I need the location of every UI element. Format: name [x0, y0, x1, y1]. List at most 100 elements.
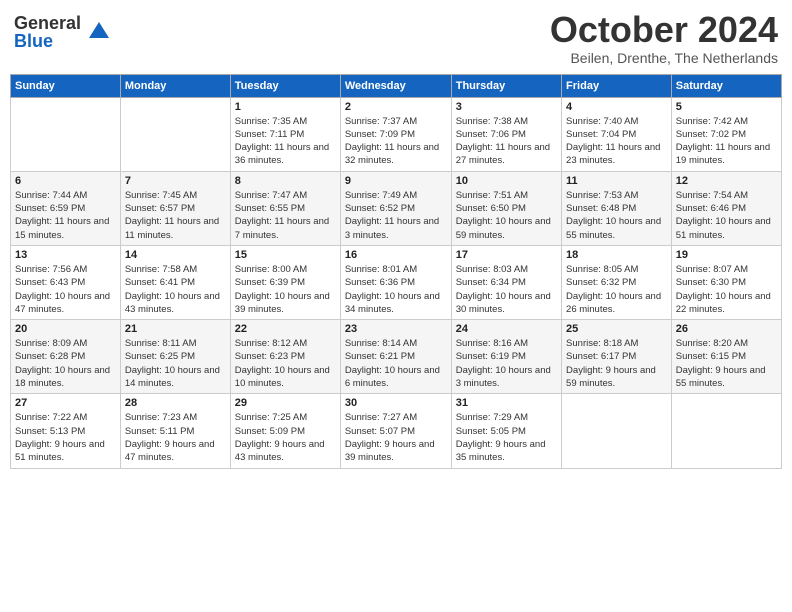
weekday-row: SundayMondayTuesdayWednesdayThursdayFrid…	[11, 74, 782, 97]
day-number: 3	[456, 101, 557, 113]
calendar-week-3: 13Sunrise: 7:56 AMSunset: 6:43 PMDayligh…	[11, 245, 782, 319]
weekday-header-friday: Friday	[562, 74, 672, 97]
calendar-cell: 23 Sunrise: 8:14 AMSunset: 6:21 PMDayligh…	[340, 320, 451, 394]
calendar-cell: 22Sunrise: 8:12 AMSunset: 6:23 PMDayligh…	[230, 320, 340, 394]
calendar-cell: 5 Sunrise: 7:42 AMSunset: 7:02 PMDaylight…	[671, 97, 781, 171]
calendar-cell: 24 Sunrise: 8:16 AMSunset: 6:19 PMDayligh…	[451, 320, 561, 394]
day-number: 29	[235, 397, 336, 409]
day-info: Sunrise: 7:35 AMSunset: 7:11 PMDaylight:…	[235, 115, 336, 168]
calendar-cell: 28 Sunrise: 7:23 AMSunset: 5:11 PMDayligh…	[120, 394, 230, 468]
title-block: October 2024 Beilen, Drenthe, The Nether…	[550, 10, 778, 66]
calendar-cell: 8 Sunrise: 7:47 AMSunset: 6:55 PMDaylight…	[230, 171, 340, 245]
day-number: 11	[566, 175, 667, 187]
logo-general: General	[14, 14, 81, 32]
calendar-week-5: 27Sunrise: 7:22 AMSunset: 5:13 PMDayligh…	[11, 394, 782, 468]
calendar-cell: 11 Sunrise: 7:53 AMSunset: 6:48 PMDayligh…	[562, 171, 672, 245]
day-info: Sunrise: 8:00 AMSunset: 6:39 PMDaylight:…	[235, 263, 336, 316]
day-number: 24	[456, 323, 557, 335]
day-info: Sunrise: 7:29 AMSunset: 5:05 PMDaylight:…	[456, 411, 557, 464]
day-info: Sunrise: 7:56 AMSunset: 6:43 PMDaylight:…	[15, 263, 116, 316]
day-number: 26	[676, 323, 777, 335]
calendar-cell: 25Sunrise: 8:18 AMSunset: 6:17 PMDayligh…	[562, 320, 672, 394]
calendar-cell: 21 Sunrise: 8:11 AMSunset: 6:25 PMDayligh…	[120, 320, 230, 394]
day-number: 16	[345, 249, 447, 261]
day-number: 17	[456, 249, 557, 261]
day-info: Sunrise: 7:27 AMSunset: 5:07 PMDaylight:…	[345, 411, 447, 464]
calendar-cell: 10 Sunrise: 7:51 AMSunset: 6:50 PMDayligh…	[451, 171, 561, 245]
weekday-header-monday: Monday	[120, 74, 230, 97]
calendar-cell	[671, 394, 781, 468]
calendar-cell: 27Sunrise: 7:22 AMSunset: 5:13 PMDayligh…	[11, 394, 121, 468]
weekday-header-thursday: Thursday	[451, 74, 561, 97]
day-info: Sunrise: 7:53 AMSunset: 6:48 PMDaylight:…	[566, 189, 667, 242]
day-number: 21	[125, 323, 226, 335]
day-info: Sunrise: 7:45 AMSunset: 6:57 PMDaylight:…	[125, 189, 226, 242]
calendar-cell: 7 Sunrise: 7:45 AMSunset: 6:57 PMDaylight…	[120, 171, 230, 245]
day-number: 2	[345, 101, 447, 113]
day-info: Sunrise: 8:16 AMSunset: 6:19 PMDaylight:…	[456, 337, 557, 390]
day-info: Sunrise: 7:42 AMSunset: 7:02 PMDaylight:…	[676, 115, 777, 168]
day-number: 14	[125, 249, 226, 261]
day-info: Sunrise: 8:03 AMSunset: 6:34 PMDaylight:…	[456, 263, 557, 316]
weekday-header-saturday: Saturday	[671, 74, 781, 97]
day-number: 23	[345, 323, 447, 335]
logo: General Blue	[14, 14, 113, 50]
calendar-cell: 31 Sunrise: 7:29 AMSunset: 5:05 PMDayligh…	[451, 394, 561, 468]
calendar-cell	[562, 394, 672, 468]
day-info: Sunrise: 8:07 AMSunset: 6:30 PMDaylight:…	[676, 263, 777, 316]
day-info: Sunrise: 7:23 AMSunset: 5:11 PMDaylight:…	[125, 411, 226, 464]
calendar-body: 1 Sunrise: 7:35 AMSunset: 7:11 PMDaylight…	[11, 97, 782, 468]
day-number: 10	[456, 175, 557, 187]
calendar-cell	[120, 97, 230, 171]
calendar-cell: 3 Sunrise: 7:38 AMSunset: 7:06 PMDaylight…	[451, 97, 561, 171]
day-info: Sunrise: 7:51 AMSunset: 6:50 PMDaylight:…	[456, 189, 557, 242]
calendar-cell: 30 Sunrise: 7:27 AMSunset: 5:07 PMDayligh…	[340, 394, 451, 468]
calendar-cell: 9Sunrise: 7:49 AMSunset: 6:52 PMDaylight…	[340, 171, 451, 245]
calendar-week-2: 6Sunrise: 7:44 AMSunset: 6:59 PMDaylight…	[11, 171, 782, 245]
calendar-cell: 13Sunrise: 7:56 AMSunset: 6:43 PMDayligh…	[11, 245, 121, 319]
logo-icon	[85, 18, 113, 46]
calendar-cell: 6Sunrise: 7:44 AMSunset: 6:59 PMDaylight…	[11, 171, 121, 245]
day-info: Sunrise: 8:14 AMSunset: 6:21 PMDaylight:…	[345, 337, 447, 390]
calendar-week-1: 1 Sunrise: 7:35 AMSunset: 7:11 PMDaylight…	[11, 97, 782, 171]
day-number: 8	[235, 175, 336, 187]
calendar-cell: 29 Sunrise: 7:25 AMSunset: 5:09 PMDayligh…	[230, 394, 340, 468]
calendar-cell: 19Sunrise: 8:07 AMSunset: 6:30 PMDayligh…	[671, 245, 781, 319]
day-info: Sunrise: 7:25 AMSunset: 5:09 PMDaylight:…	[235, 411, 336, 464]
day-number: 4	[566, 101, 667, 113]
day-number: 31	[456, 397, 557, 409]
day-number: 22	[235, 323, 336, 335]
day-info: Sunrise: 8:18 AMSunset: 6:17 PMDaylight:…	[566, 337, 667, 390]
calendar-cell: 15Sunrise: 8:00 AMSunset: 6:39 PMDayligh…	[230, 245, 340, 319]
day-info: Sunrise: 7:38 AMSunset: 7:06 PMDaylight:…	[456, 115, 557, 168]
day-number: 7	[125, 175, 226, 187]
day-info: Sunrise: 7:47 AMSunset: 6:55 PMDaylight:…	[235, 189, 336, 242]
day-info: Sunrise: 8:09 AMSunset: 6:28 PMDaylight:…	[15, 337, 116, 390]
location: Beilen, Drenthe, The Netherlands	[550, 50, 778, 66]
month-title: October 2024	[550, 10, 778, 50]
day-number: 12	[676, 175, 777, 187]
day-info: Sunrise: 7:22 AMSunset: 5:13 PMDaylight:…	[15, 411, 116, 464]
logo-blue: Blue	[14, 32, 81, 50]
day-info: Sunrise: 8:11 AMSunset: 6:25 PMDaylight:…	[125, 337, 226, 390]
day-info: Sunrise: 8:20 AMSunset: 6:15 PMDaylight:…	[676, 337, 777, 390]
day-number: 5	[676, 101, 777, 113]
day-info: Sunrise: 7:49 AMSunset: 6:52 PMDaylight:…	[345, 189, 447, 242]
day-number: 30	[345, 397, 447, 409]
weekday-header-sunday: Sunday	[11, 74, 121, 97]
day-number: 20	[15, 323, 116, 335]
day-info: Sunrise: 7:44 AMSunset: 6:59 PMDaylight:…	[15, 189, 116, 242]
weekday-header-wednesday: Wednesday	[340, 74, 451, 97]
day-info: Sunrise: 7:40 AMSunset: 7:04 PMDaylight:…	[566, 115, 667, 168]
page-header: General Blue October 2024 Beilen, Drenth…	[10, 10, 782, 66]
calendar-table: SundayMondayTuesdayWednesdayThursdayFrid…	[10, 74, 782, 469]
day-number: 28	[125, 397, 226, 409]
calendar-cell	[11, 97, 121, 171]
day-number: 1	[235, 101, 336, 113]
calendar-cell: 16Sunrise: 8:01 AMSunset: 6:36 PMDayligh…	[340, 245, 451, 319]
calendar-cell: 20 Sunrise: 8:09 AMSunset: 6:28 PMDayligh…	[11, 320, 121, 394]
calendar-cell: 12Sunrise: 7:54 AMSunset: 6:46 PMDayligh…	[671, 171, 781, 245]
day-number: 18	[566, 249, 667, 261]
calendar-cell: 4 Sunrise: 7:40 AMSunset: 7:04 PMDaylight…	[562, 97, 672, 171]
calendar-cell: 14Sunrise: 7:58 AMSunset: 6:41 PMDayligh…	[120, 245, 230, 319]
